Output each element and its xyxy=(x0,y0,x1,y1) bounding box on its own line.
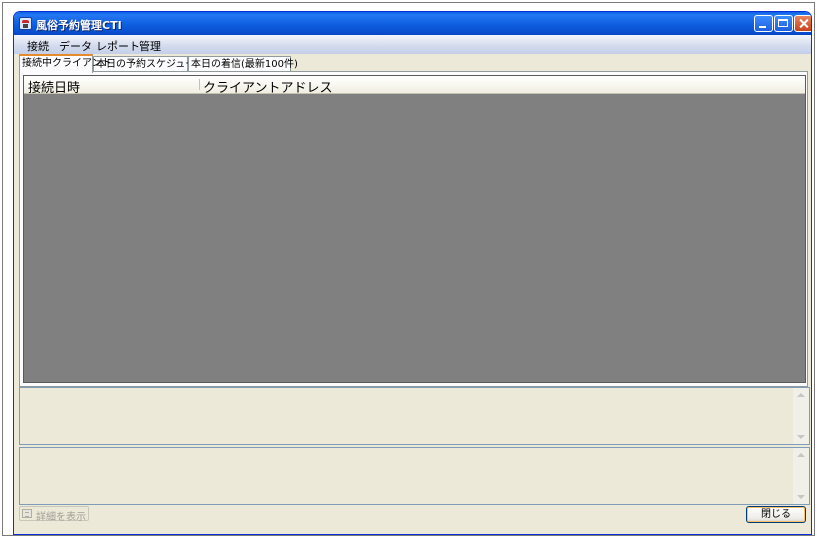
menu-report[interactable]: レポート xyxy=(96,38,140,54)
menu-data[interactable]: データ xyxy=(59,38,92,54)
window-title: 風俗予約管理CTI xyxy=(36,19,122,32)
app-window: 風俗予約管理CTI 接続 データ レポート 管理 接続中クライアント 本日の予約… xyxy=(13,11,812,535)
scroll-up-icon[interactable] xyxy=(797,393,805,397)
tab-connected-clients[interactable]: 接続中クライアント xyxy=(19,54,112,73)
list-header: 接続日時 クライアントアドレス xyxy=(24,76,805,96)
log-textbox-1[interactable] xyxy=(19,387,810,445)
minimize-icon[interactable] xyxy=(754,15,773,32)
tab-today-calls[interactable]: 本日の着信(最新100件) xyxy=(188,56,298,72)
scroll-down-icon[interactable] xyxy=(797,495,805,499)
details-icon xyxy=(22,509,32,518)
title-bar[interactable]: 風俗予約管理CTI xyxy=(14,12,811,35)
scroll-up-icon[interactable] xyxy=(797,453,805,457)
close-icon[interactable] xyxy=(794,15,811,32)
screenshot-frame: 風俗予約管理CTI 接続 データ レポート 管理 接続中クライアント 本日の予約… xyxy=(2,2,815,536)
close-button[interactable]: 閉じる xyxy=(746,506,806,523)
vertical-scrollbar[interactable] xyxy=(793,448,809,504)
show-details-label: 詳細を表示 xyxy=(36,512,86,523)
tab-panel: 接続日時 クライアントアドレス xyxy=(19,71,808,387)
show-details-button[interactable]: 詳細を表示 xyxy=(19,506,89,523)
column-client-address[interactable]: クライアントアドレス xyxy=(203,77,332,96)
log-textbox-2[interactable] xyxy=(19,447,810,505)
column-connect-time[interactable]: 接続日時 xyxy=(28,77,80,96)
menu-admin[interactable]: 管理 xyxy=(139,38,161,54)
menu-connect[interactable]: 接続 xyxy=(27,38,49,54)
scroll-down-icon[interactable] xyxy=(797,435,805,439)
vertical-scrollbar[interactable] xyxy=(793,388,809,444)
maximize-icon[interactable] xyxy=(774,15,793,32)
menu-bar: 接続 データ レポート 管理 xyxy=(14,35,811,54)
client-list[interactable]: 接続日時 クライアントアドレス xyxy=(23,75,806,383)
app-phone-icon xyxy=(19,17,32,30)
column-divider[interactable] xyxy=(199,79,200,90)
